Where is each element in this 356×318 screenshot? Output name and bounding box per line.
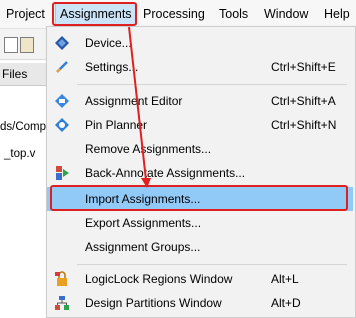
menu-item-label: Device... (85, 36, 132, 50)
path-text: ds/Comp (0, 121, 47, 133)
assignment-editor-icon (55, 94, 69, 108)
menu-item-remove-assignments[interactable]: Remove Assignments... (47, 137, 353, 161)
menu-processing[interactable]: Processing (143, 6, 205, 22)
menu-window[interactable]: Window (264, 6, 308, 22)
menu-item-label: Remove Assignments... (85, 142, 212, 156)
menu-item-label: Design Partitions Window (85, 296, 222, 310)
menu-item-device[interactable]: Device... (47, 31, 353, 55)
menu-item-label: LogicLock Regions Window (85, 272, 233, 286)
menu-item-pin-planner[interactable]: Pin Planner Ctrl+Shift+N (47, 113, 353, 137)
menu-separator (77, 264, 347, 265)
shortcut-label: Alt+L (271, 272, 299, 286)
shortcut-label: Ctrl+Shift+A (271, 94, 336, 108)
design-partitions-icon (55, 296, 69, 310)
menu-project[interactable]: Project (6, 6, 45, 22)
menu-item-assignment-groups[interactable]: Assignment Groups... (47, 235, 353, 259)
menu-item-logiclock-regions-window[interactable]: LogicLock Regions Window Alt+L (47, 267, 353, 291)
menu-separator (77, 84, 347, 85)
shortcut-label: Ctrl+Shift+N (271, 118, 337, 132)
menu-item-assignment-editor[interactable]: Assignment Editor Ctrl+Shift+A (47, 89, 353, 113)
menu-item-export-assignments[interactable]: Export Assignments... (47, 211, 353, 235)
menu-item-label: Assignment Groups... (85, 240, 201, 254)
menu-item-label: Back-Annotate Assignments... (85, 166, 246, 180)
menu-item-settings[interactable]: Settings... Ctrl+Shift+E (47, 55, 353, 79)
menu-item-label: Pin Planner (85, 118, 148, 132)
device-icon (55, 36, 69, 50)
menu-tools[interactable]: Tools (219, 6, 248, 22)
menu-item-label: Assignment Editor (85, 94, 183, 108)
files-tab-label: Files (2, 67, 28, 81)
settings-icon (56, 61, 68, 73)
menu-help[interactable]: Help (324, 6, 350, 22)
assignments-dropdown-menu: Device... Settings... Ctrl+Shift+E Assig… (46, 26, 356, 318)
menu-item-label: Settings... (85, 60, 139, 74)
pin-planner-icon (55, 118, 69, 132)
paste-icon[interactable] (20, 37, 34, 53)
copy-icon[interactable] (4, 37, 18, 53)
shortcut-label: Ctrl+Shift+E (271, 60, 336, 74)
files-tab[interactable]: Files (0, 63, 50, 86)
import-assignments-highlight-box (50, 185, 348, 211)
assignments-highlight-box (52, 2, 137, 26)
shortcut-label: Alt+D (271, 296, 301, 310)
file-name-text: _top.v (4, 148, 36, 160)
logiclock-icon (55, 271, 67, 286)
back-annotate-icon (56, 166, 69, 180)
menu-item-back-annotate-assignments[interactable]: Back-Annotate Assignments... (47, 161, 353, 185)
menu-item-design-partitions-window[interactable]: Design Partitions Window Alt+D (47, 291, 353, 315)
toolbar (0, 29, 52, 60)
menu-item-label: Export Assignments... (85, 216, 202, 230)
